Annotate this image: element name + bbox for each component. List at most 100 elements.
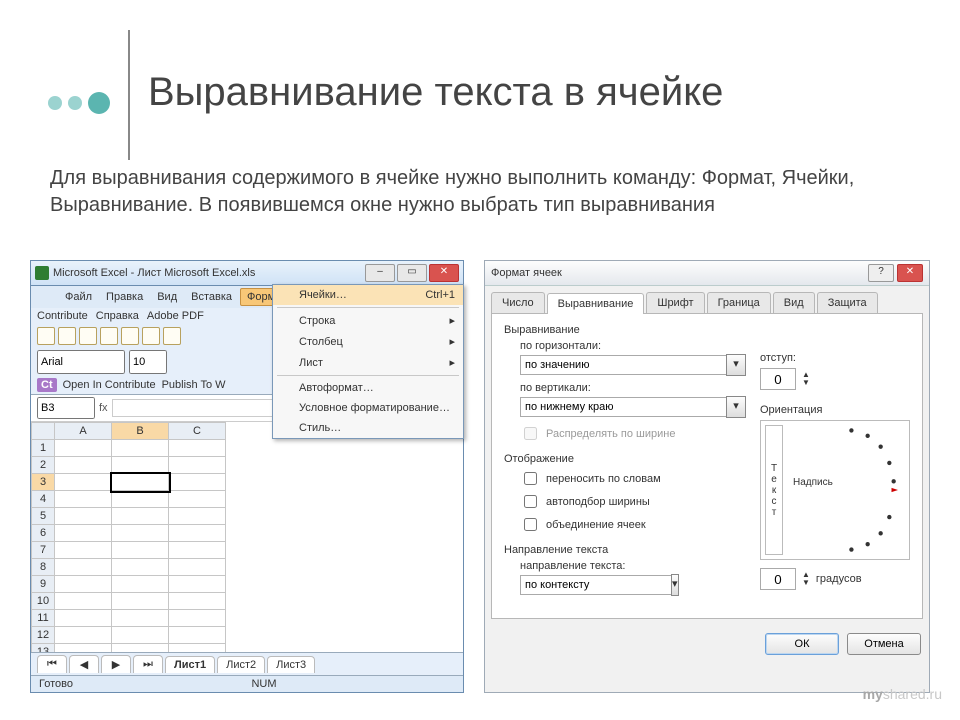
- format-cells-dialog: Формат ячеек ? ✕ Число Выравнивание Шриф…: [484, 260, 930, 693]
- menu-item-sheet[interactable]: Лист▸: [273, 352, 463, 373]
- row-header[interactable]: 8: [32, 559, 55, 576]
- direction-select[interactable]: [520, 575, 672, 595]
- row-header[interactable]: 2: [32, 457, 55, 474]
- dialog-titlebar[interactable]: Формат ячеек ? ✕: [485, 261, 929, 286]
- sheet-tabs: ⏮ ◀ ▶ ⏭ Лист1 Лист2 Лист3: [31, 652, 463, 675]
- direction-label: направление текста:: [520, 560, 746, 572]
- excel-window: Microsoft Excel - Лист Microsoft Excel.x…: [30, 260, 464, 693]
- tab-view[interactable]: Вид: [773, 292, 815, 313]
- row-header[interactable]: 5: [32, 508, 55, 525]
- col-header-a[interactable]: A: [55, 423, 112, 440]
- col-header-b[interactable]: B: [112, 423, 169, 440]
- font-name-input[interactable]: [37, 350, 125, 374]
- font-size-input[interactable]: [129, 350, 167, 374]
- orientation-dial[interactable]: Надпись: [787, 425, 905, 555]
- tab-nav-first[interactable]: ⏮: [37, 655, 67, 673]
- indent-spinner[interactable]: [760, 368, 796, 390]
- wrap-checkbox[interactable]: [524, 472, 537, 485]
- autofit-checkbox[interactable]: [524, 495, 537, 508]
- menu-insert[interactable]: Вставка: [185, 289, 238, 305]
- toolbar-new-icon[interactable]: [37, 327, 55, 345]
- open-in-contribute[interactable]: Open In Contribute: [63, 379, 156, 391]
- menu-contribute[interactable]: Contribute: [37, 310, 88, 322]
- sheet-tab[interactable]: Лист3: [267, 656, 315, 673]
- sheet-tab[interactable]: Лист1: [165, 656, 215, 673]
- dialog-help-button[interactable]: ?: [868, 264, 894, 282]
- menu-item-cells[interactable]: Ячейки…Ctrl+1: [273, 285, 463, 305]
- horizontal-select[interactable]: [520, 355, 727, 375]
- format-menu-dropdown: ✕ Ячейки…Ctrl+1 Строка▸ Столбец▸ Лист▸ А…: [272, 284, 464, 439]
- fx-label[interactable]: fx: [99, 402, 108, 414]
- slide-divider: [128, 30, 130, 160]
- row-header[interactable]: 4: [32, 491, 55, 508]
- menu-adobe-pdf[interactable]: Adobe PDF: [147, 310, 204, 322]
- toolbar-preview-icon[interactable]: [121, 327, 139, 345]
- menu-item-autoformat[interactable]: Автоформат…: [273, 378, 463, 398]
- publish-to-website[interactable]: Publish To W: [162, 379, 226, 391]
- vertical-label: по вертикали:: [520, 382, 746, 394]
- group-direction-label: Направление текста: [504, 544, 746, 556]
- toolbar-cut-icon[interactable]: [163, 327, 181, 345]
- tab-nav-last[interactable]: ⏭: [133, 655, 163, 673]
- close-button[interactable]: ✕: [429, 264, 459, 282]
- row-header[interactable]: 12: [32, 627, 55, 644]
- active-cell[interactable]: [112, 474, 169, 491]
- row-header[interactable]: 13: [32, 644, 55, 653]
- spinner-buttons[interactable]: ▲▼: [802, 571, 810, 587]
- maximize-button[interactable]: ▭: [397, 264, 427, 282]
- degrees-spinner[interactable]: [760, 568, 796, 590]
- row-header[interactable]: 7: [32, 542, 55, 559]
- worksheet-grid[interactable]: ABC 1 2 3 4 5 6 7 8 9 10 11 12 13: [31, 422, 463, 652]
- toolbar-save-icon[interactable]: [79, 327, 97, 345]
- toolbar-open-icon[interactable]: [58, 327, 76, 345]
- row-header[interactable]: 11: [32, 610, 55, 627]
- vertical-select[interactable]: [520, 397, 727, 417]
- dial-label: Надпись: [793, 477, 833, 488]
- tab-border[interactable]: Граница: [707, 292, 771, 313]
- tab-alignment[interactable]: Выравнивание: [547, 293, 645, 314]
- tab-protection[interactable]: Защита: [817, 292, 878, 313]
- wrap-label: переносить по словам: [546, 473, 661, 485]
- tab-nav-prev[interactable]: ◀: [69, 655, 99, 673]
- menu-item-conditional[interactable]: Условное форматирование…: [273, 398, 463, 418]
- tab-nav-next[interactable]: ▶: [101, 655, 131, 673]
- sheet-tab[interactable]: Лист2: [217, 656, 265, 673]
- row-header[interactable]: 1: [32, 440, 55, 457]
- toolbar-spell-icon[interactable]: [142, 327, 160, 345]
- minimize-button[interactable]: –: [365, 264, 395, 282]
- watermark: myshared.ru: [863, 686, 942, 702]
- ok-button[interactable]: ОК: [765, 633, 839, 655]
- distribute-label: Распределять по ширине: [546, 428, 675, 440]
- excel-titlebar[interactable]: Microsoft Excel - Лист Microsoft Excel.x…: [31, 261, 463, 286]
- orientation-control[interactable]: Текст Надпись: [760, 420, 910, 560]
- row-header[interactable]: 10: [32, 593, 55, 610]
- cancel-button[interactable]: Отмена: [847, 633, 921, 655]
- menu-item-style[interactable]: Стиль…: [273, 418, 463, 438]
- slide-body-text: Для выравнивания содержимого в ячейке ну…: [50, 165, 890, 219]
- dropdown-icon[interactable]: ▾: [726, 354, 746, 376]
- menu-file[interactable]: Файл: [59, 289, 98, 305]
- dropdown-icon[interactable]: ▾: [671, 574, 679, 596]
- menu-item-row[interactable]: Строка▸: [273, 310, 463, 331]
- col-header-c[interactable]: C: [169, 423, 226, 440]
- status-ready: Готово: [39, 678, 73, 690]
- name-box[interactable]: [37, 397, 95, 419]
- row-header[interactable]: 6: [32, 525, 55, 542]
- toolbar-print-icon[interactable]: [100, 327, 118, 345]
- merge-checkbox[interactable]: [524, 518, 537, 531]
- merge-label: объединение ячеек: [546, 519, 646, 531]
- row-header[interactable]: 9: [32, 576, 55, 593]
- menu-view[interactable]: Вид: [151, 289, 183, 305]
- menu-help[interactable]: Справка: [96, 310, 139, 322]
- tab-number[interactable]: Число: [491, 292, 545, 313]
- dropdown-icon[interactable]: ▾: [726, 396, 746, 418]
- spinner-buttons[interactable]: ▲▼: [802, 371, 810, 387]
- row-header[interactable]: 3: [32, 474, 55, 491]
- vertical-text-button[interactable]: Текст: [765, 425, 783, 555]
- menu-edit[interactable]: Правка: [100, 289, 149, 305]
- horizontal-label: по горизонтали:: [520, 340, 746, 352]
- tab-font[interactable]: Шрифт: [646, 292, 704, 313]
- menu-item-column[interactable]: Столбец▸: [273, 331, 463, 352]
- excel-title: Microsoft Excel - Лист Microsoft Excel.x…: [53, 267, 255, 279]
- dialog-close-button[interactable]: ✕: [897, 264, 923, 282]
